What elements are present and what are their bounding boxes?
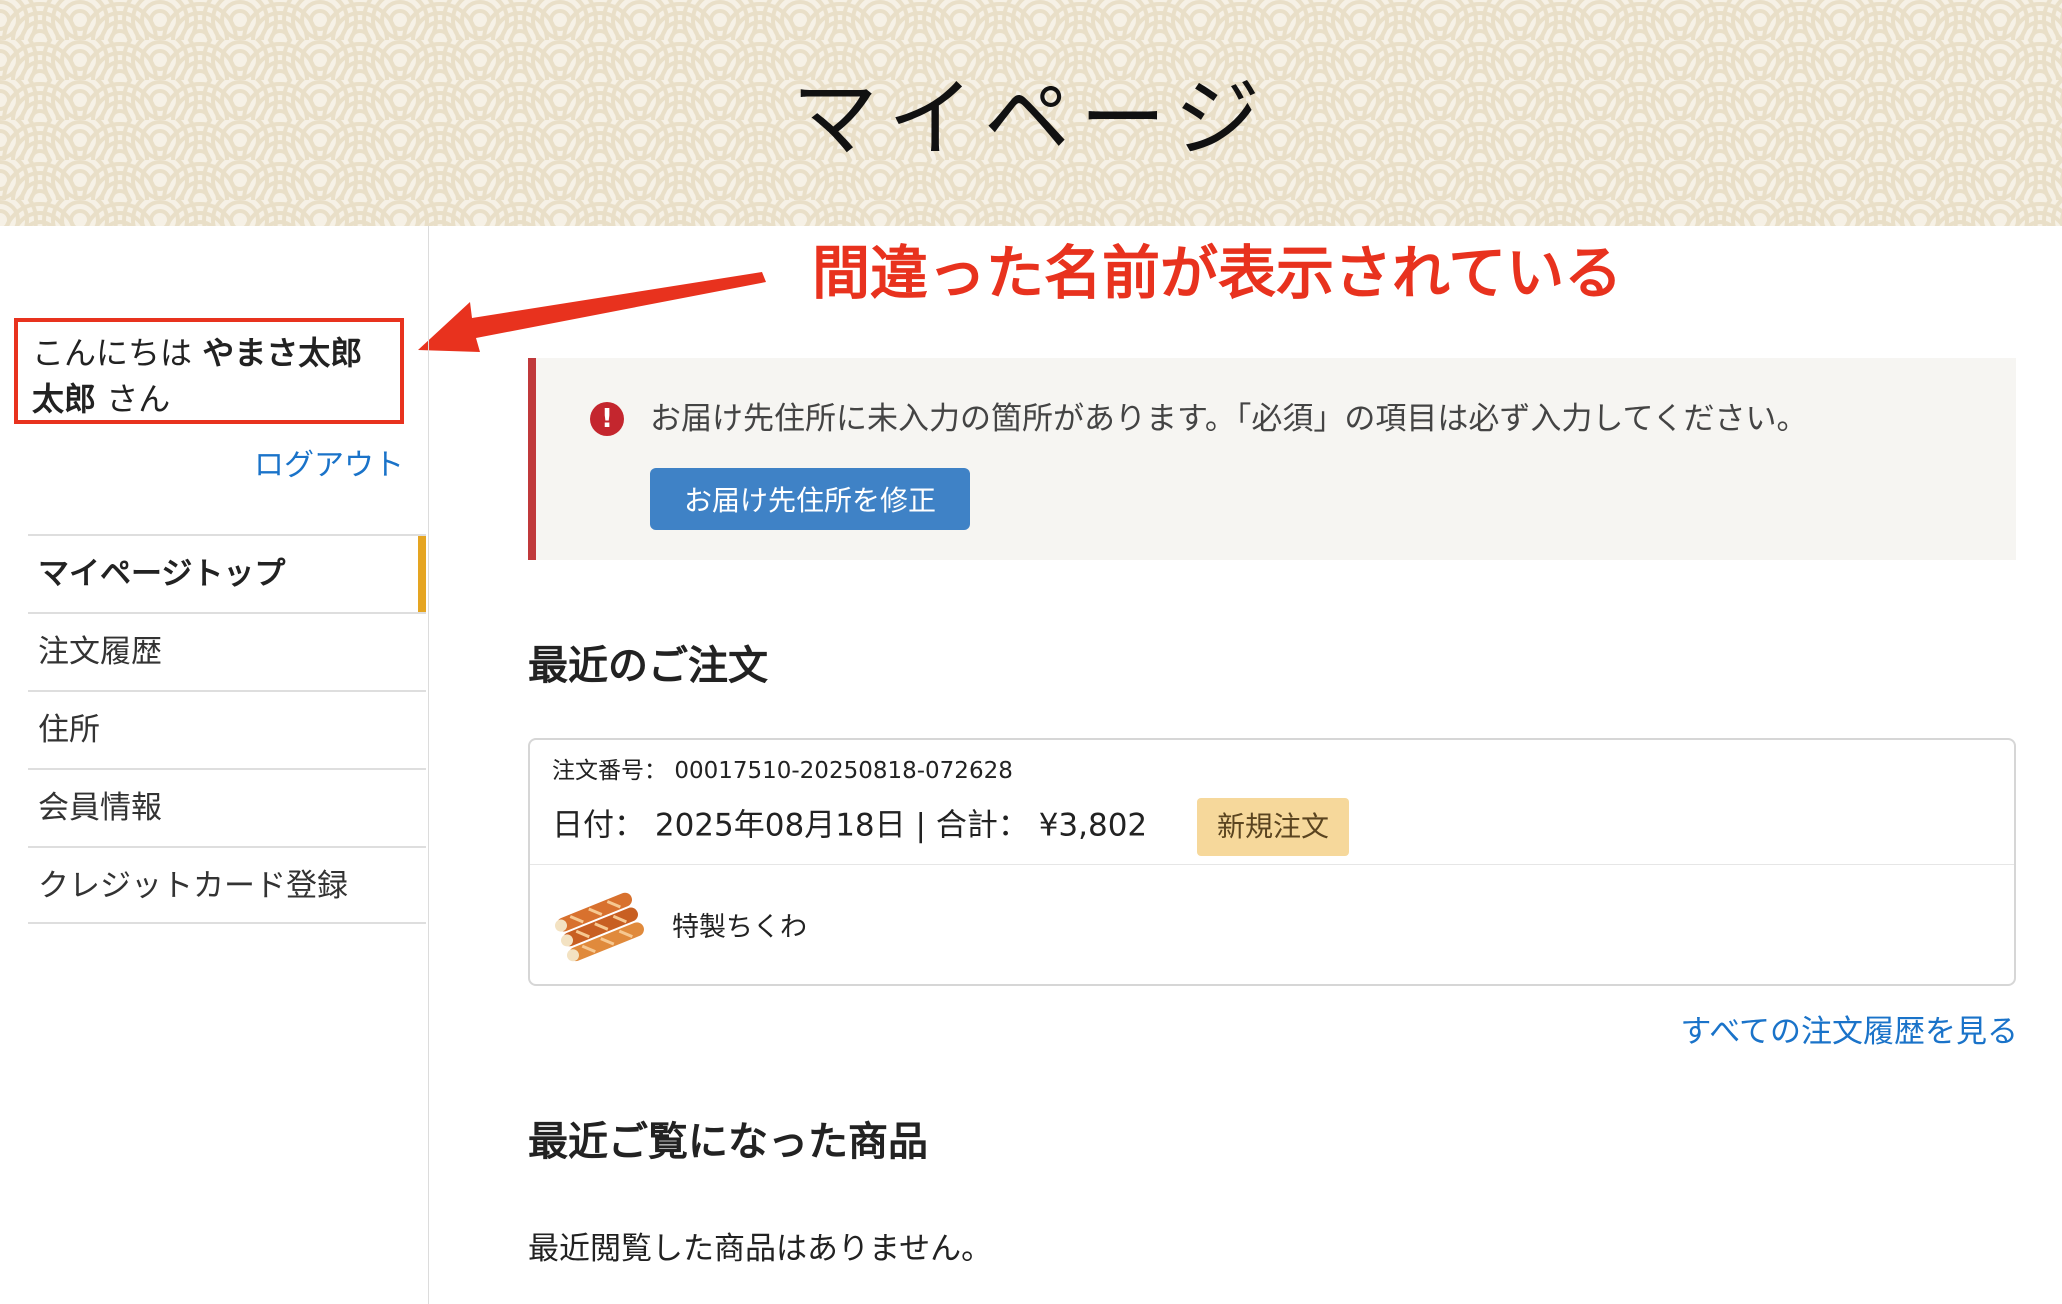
order-number-label: 注文番号： xyxy=(552,758,667,784)
greeting: こんにちは やまさ太郎 太郎 さん xyxy=(14,318,404,424)
order-header: 注文番号： 00017510-20250818-072628 日付： 2025年… xyxy=(552,754,1350,856)
order-date-label: 日付： xyxy=(552,807,645,844)
greeting-prefix: こんにちは xyxy=(32,334,193,372)
page-title: マイページ xyxy=(791,69,1271,169)
logout-link[interactable]: ログアウト xyxy=(254,446,404,486)
recently-viewed-empty: 最近閲覧した商品はありません。 xyxy=(528,1231,993,1267)
sidebar-item-order-history[interactable]: 注文履歴 xyxy=(28,612,426,690)
order-date: 2025年08月18日 xyxy=(654,807,906,844)
order-summary-line: 日付： 2025年08月18日 | 合計： ¥3,802 新規注文 xyxy=(552,798,1350,856)
page-header: マイページ xyxy=(0,0,2062,226)
alert-message: お届け先住所に未入力の箇所があります。「必須」の項目は必ず入力してください。 xyxy=(650,401,1808,437)
product-name[interactable]: 特製ちくわ xyxy=(672,908,807,948)
recent-orders-title: 最近のご注文 xyxy=(528,643,768,689)
sidebar-item-address[interactable]: 住所 xyxy=(28,690,426,768)
annotation-label: 間違った名前が表示されている xyxy=(812,239,1623,307)
order-card: 注文番号： 00017510-20250818-072628 日付： 2025年… xyxy=(528,738,2016,986)
order-total-label: 合計： xyxy=(935,807,1029,844)
order-number: 00017510-20250818-072628 xyxy=(674,758,1013,784)
sidebar: こんにちは やまさ太郎 太郎 さん ログアウト マイページトップ 注文履歴 住所… xyxy=(0,226,429,1304)
greeting-suffix: さん xyxy=(106,380,171,418)
product-thumbnail[interactable] xyxy=(552,890,648,962)
recently-viewed-title: 最近ご覧になった商品 xyxy=(528,1119,928,1165)
order-separator: | xyxy=(915,807,926,844)
view-all-orders-link[interactable]: すべての注文履歴を見る xyxy=(1680,1010,2018,1054)
order-divider xyxy=(530,864,2014,865)
sidebar-item-credit-card[interactable]: クレジットカード登録 xyxy=(28,846,426,924)
order-number-line: 注文番号： 00017510-20250818-072628 xyxy=(552,754,1349,788)
address-alert: ! お届け先住所に未入力の箇所があります。「必須」の項目は必ず入力してください。… xyxy=(528,358,2016,560)
order-total: ¥3,802 xyxy=(1038,807,1148,844)
sidebar-item-mypage-top[interactable]: マイページトップ xyxy=(28,534,426,612)
sidebar-nav: マイページトップ 注文履歴 住所 会員情報 クレジットカード登録 xyxy=(28,534,426,924)
sidebar-item-member-info[interactable]: 会員情報 xyxy=(28,768,426,846)
status-badge: 新規注文 xyxy=(1197,798,1350,856)
fix-address-button[interactable]: お届け先住所を修正 xyxy=(650,468,970,530)
exclamation-icon: ! xyxy=(590,402,624,436)
